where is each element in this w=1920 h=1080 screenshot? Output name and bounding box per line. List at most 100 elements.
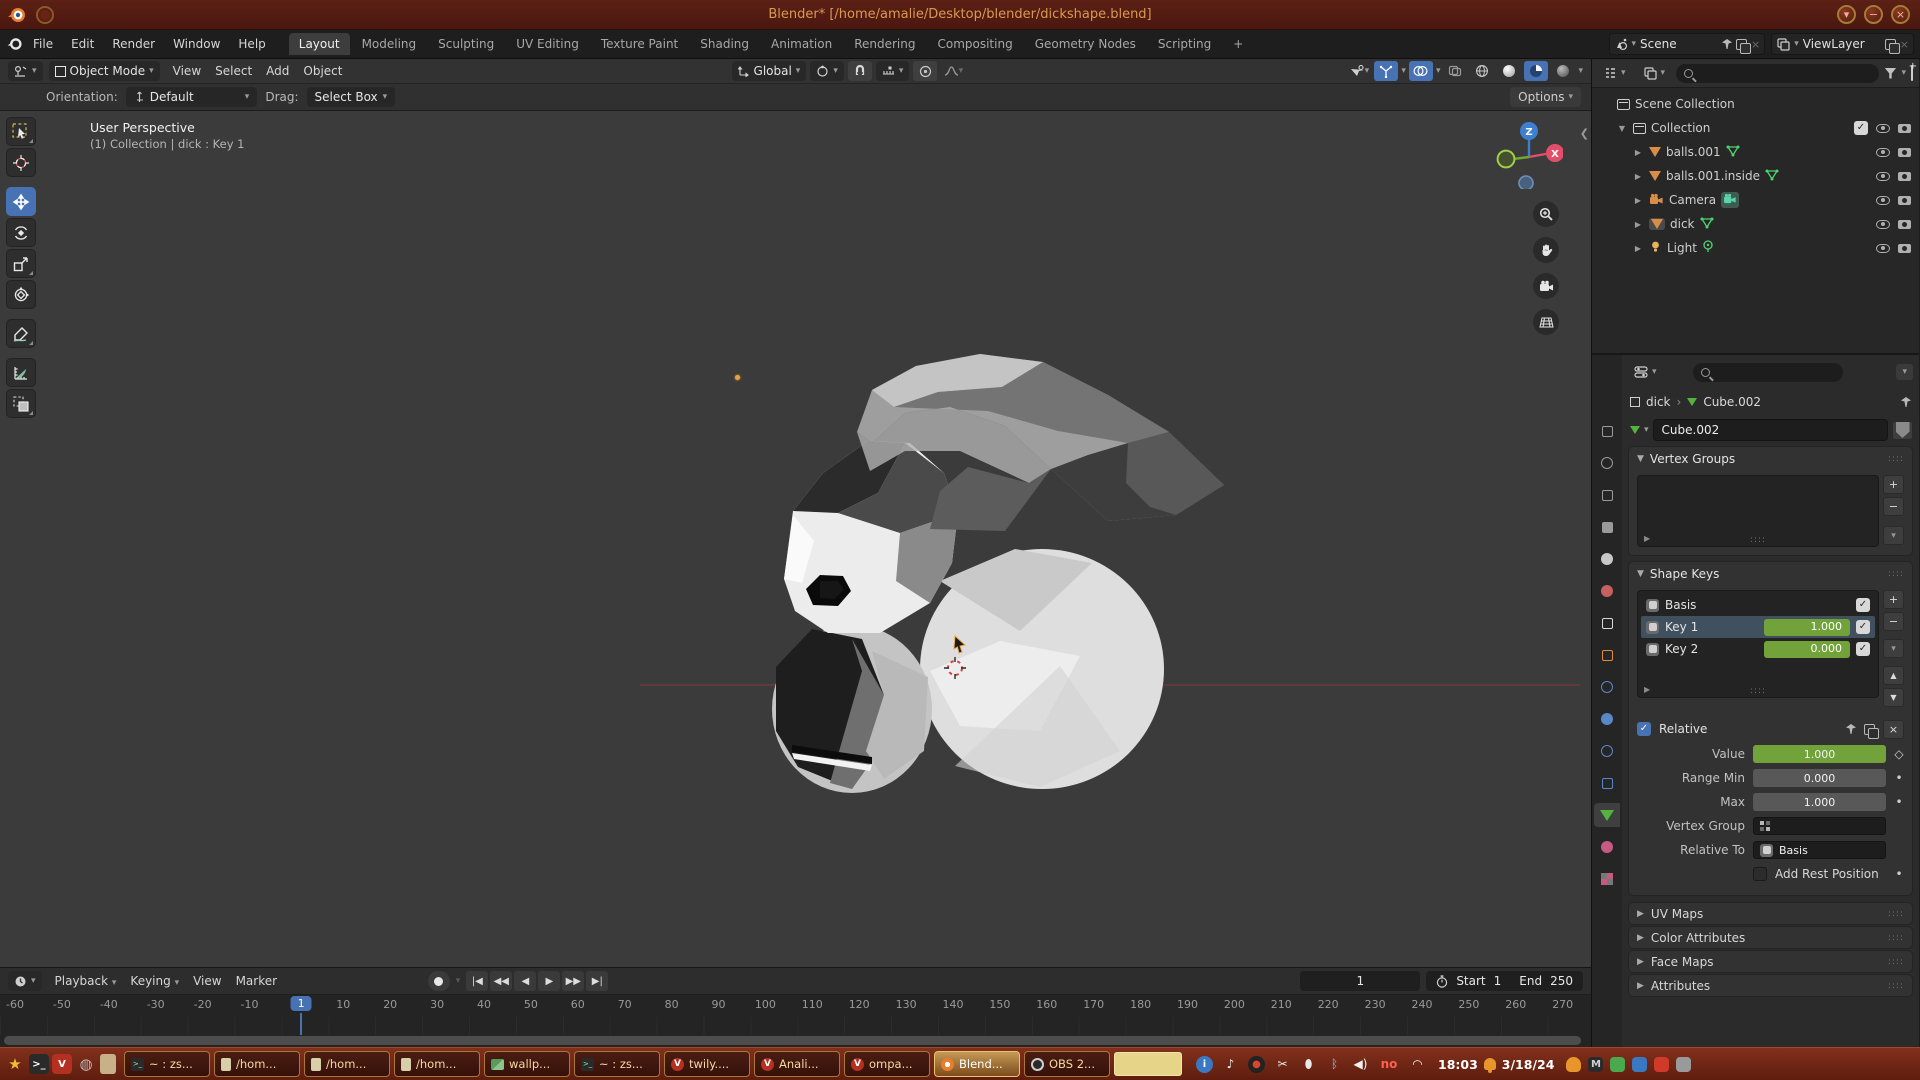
move-shape-key-up-button[interactable]: ▲ [1883, 666, 1904, 685]
pin-id-icon[interactable] [1901, 397, 1911, 407]
window-minimize-button[interactable]: − [1864, 5, 1883, 24]
end-value[interactable]: 250 [1550, 974, 1573, 988]
auto-keying-toggle[interactable] [427, 971, 450, 991]
workspace-tab-shading[interactable]: Shading [690, 33, 759, 55]
taskbar-window-ompa-[interactable]: Vompa... [844, 1051, 930, 1077]
taskbar-window--hom-[interactable]: /hom... [304, 1051, 390, 1077]
shading-material-button[interactable] [1524, 61, 1549, 81]
launcher-file-manager-icon[interactable] [100, 1054, 116, 1074]
menu-window[interactable]: Window [164, 34, 229, 54]
pan-button[interactable] [1533, 237, 1559, 263]
properties-options-dropdown[interactable]: ▾ [1896, 364, 1913, 380]
workspace-tab-compositing[interactable]: Compositing [927, 33, 1022, 55]
animate-dot[interactable]: • [1894, 795, 1904, 809]
workspace-tab-animation[interactable]: Animation [761, 33, 842, 55]
new-scene-icon[interactable] [1736, 38, 1752, 54]
tool-select-box[interactable] [6, 117, 36, 146]
field-value[interactable]: 1.000 [1753, 745, 1886, 763]
disable-in-renders-icon[interactable] [1898, 123, 1911, 133]
menu-help[interactable]: Help [229, 34, 274, 54]
new-view-layer-icon[interactable] [1884, 38, 1900, 54]
shading-solid-button[interactable] [1497, 61, 1521, 81]
taskbar-window-twily-[interactable]: Vtwily.... [664, 1051, 750, 1077]
shape-key-specials-button[interactable]: ▾ [1883, 639, 1904, 658]
drag-dropdown[interactable]: Select Box ▾ [306, 87, 396, 107]
clock-block[interactable]: 18:03 3/18/24 [1438, 1057, 1554, 1073]
expander-icon[interactable]: ▶ [1632, 220, 1644, 229]
panel-grip[interactable]: :::: [1888, 569, 1904, 579]
properties-tab-constraints[interactable] [1594, 771, 1620, 795]
tray-bluetooth-icon[interactable]: ᛒ [1326, 1056, 1343, 1073]
panel-face-maps[interactable]: ▶ Face Maps:::: [1628, 950, 1913, 973]
shading-rendered-button[interactable] [1551, 61, 1575, 81]
window-rollup-button[interactable]: ▾ [1837, 5, 1856, 24]
shape-key-pin-icon[interactable] [1846, 724, 1856, 734]
remove-vertex-group-button[interactable]: − [1883, 497, 1904, 516]
pin-icon[interactable] [1722, 39, 1733, 49]
relative-to-field[interactable]: Basis [1753, 841, 1886, 859]
show-object-types-selector[interactable]: ▾ [1347, 61, 1371, 81]
menu-file[interactable]: File [24, 34, 62, 54]
taskbar-window--hom-[interactable]: /hom... [214, 1051, 300, 1077]
properties-search-input[interactable] [1692, 362, 1843, 382]
options-button[interactable]: Options ▾ [1510, 87, 1581, 107]
timeline-menu-marker[interactable]: Marker [229, 972, 284, 990]
hide-in-viewport-icon[interactable] [1876, 243, 1890, 253]
move-shape-key-down-button[interactable]: ▼ [1883, 688, 1904, 707]
expander-icon[interactable]: ▶ [1632, 148, 1644, 157]
taskbar-window-wallp-[interactable]: wallp... [484, 1051, 570, 1077]
play-button[interactable]: ▶ [538, 971, 561, 991]
properties-tab-texture[interactable] [1594, 867, 1620, 891]
tool-add-cube[interactable] [6, 389, 36, 418]
filter-icon[interactable] [1884, 67, 1897, 79]
hide-in-viewport-icon[interactable] [1876, 147, 1890, 157]
viewport-menu-select[interactable]: Select [208, 62, 259, 80]
view-layer-selector[interactable]: ▾ ViewLayer × [1771, 33, 1914, 55]
tool-measure[interactable] [6, 358, 36, 387]
workspace-tab-geometry-nodes[interactable]: Geometry Nodes [1025, 33, 1146, 55]
add-rest-position-checkbox[interactable] [1753, 867, 1767, 881]
tool-scale[interactable] [6, 249, 36, 278]
tool-move[interactable] [6, 187, 36, 216]
properties-tab-tool[interactable] [1594, 419, 1620, 443]
workspace-tab-layout[interactable]: Layout [288, 33, 350, 55]
shape-key-value-field[interactable]: 1.000 [1764, 618, 1850, 636]
properties-tab-particles[interactable] [1594, 707, 1620, 731]
outliner-search-input[interactable] [1676, 63, 1880, 83]
shape-key-row-basis[interactable]: Basis ✓ [1641, 594, 1875, 616]
workspace-tab-modeling[interactable]: Modeling [352, 33, 427, 55]
properties-tab-modifiers[interactable] [1594, 675, 1620, 699]
gizmos-toggle[interactable] [1374, 61, 1399, 81]
remove-shape-key-button[interactable]: − [1883, 612, 1904, 631]
outliner-row-collection[interactable]: ▼ Collection ✓ [1594, 116, 1917, 140]
perspective-toggle-button[interactable] [1533, 309, 1559, 335]
tool-rotate[interactable] [6, 218, 36, 247]
panel-attributes[interactable]: ▶ Attributes:::: [1628, 974, 1913, 997]
menu-render[interactable]: Render [103, 34, 164, 54]
animate-dot[interactable]: • [1894, 867, 1904, 881]
keyframe-diamond-icon[interactable]: ◇ [1894, 747, 1904, 761]
properties-tab-view-layer[interactable] [1594, 515, 1620, 539]
workspace-tab-rendering[interactable]: Rendering [844, 33, 925, 55]
xray-toggle[interactable] [1443, 61, 1467, 81]
tray-microphone-icon[interactable]: ⬮ [1300, 1056, 1317, 1073]
hide-in-viewport-icon[interactable] [1876, 171, 1890, 181]
menu-edit[interactable]: Edit [62, 34, 103, 54]
mode-selector[interactable]: Object Mode ▾ [48, 61, 160, 81]
shape-keys-list[interactable]: ▶ :::: Basis ✓ Key 1 1.000 ✓ Key 2 0.000 ✓ [1637, 590, 1879, 698]
panel-grip[interactable]: :::: [1888, 454, 1904, 464]
taskbar-window--zs-[interactable]: >_ ~ : zs... [574, 1051, 660, 1077]
disable-in-renders-icon[interactable] [1898, 243, 1911, 253]
expander-icon[interactable]: ▶ [1632, 172, 1644, 181]
viewport-menu-view[interactable]: View [166, 62, 208, 80]
panel-grip[interactable]: :::: [1888, 933, 1904, 943]
shape-key-edit-mode-icon[interactable] [1864, 723, 1879, 739]
disable-in-renders-icon[interactable] [1898, 219, 1911, 229]
zoom-button[interactable] [1533, 201, 1559, 227]
pivot-point-selector[interactable]: ▾ [810, 61, 844, 81]
outliner-row-light[interactable]: ▶ Light [1594, 236, 1917, 260]
properties-tab-world[interactable] [1594, 579, 1620, 603]
timeline-ruler[interactable]: 1 -60 -50 -40 -30 -20 -10 10 20 30 40 50 60 70 80 90 10… [0, 995, 1591, 1047]
shape-key-mute-checkbox[interactable]: ✓ [1856, 642, 1870, 656]
add-vertex-group-button[interactable]: + [1883, 475, 1904, 494]
